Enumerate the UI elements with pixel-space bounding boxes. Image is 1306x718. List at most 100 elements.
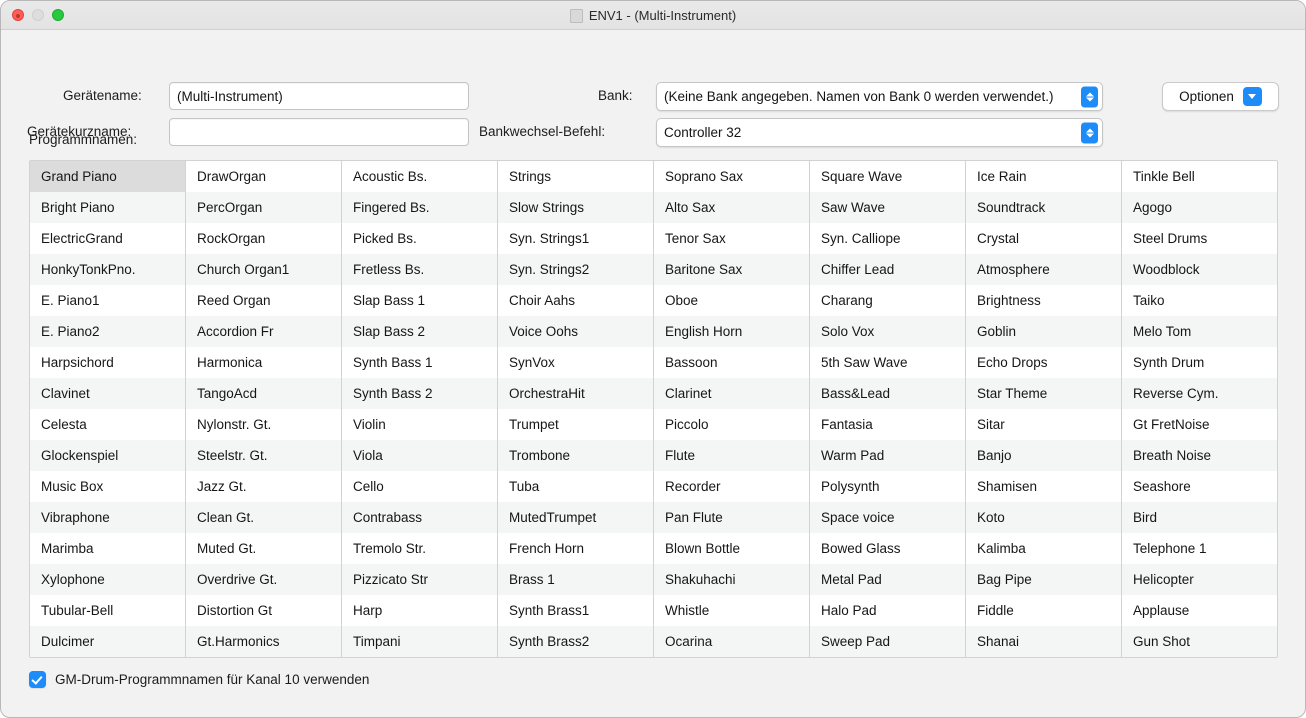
program-name-cell[interactable]: Celesta [30,409,185,440]
program-name-cell[interactable]: Brightness [966,285,1121,316]
program-name-cell[interactable]: Synth Brass1 [498,595,653,626]
program-name-cell[interactable]: Alto Sax [654,192,809,223]
program-name-cell[interactable]: E. Piano2 [30,316,185,347]
program-name-cell[interactable]: Koto [966,502,1121,533]
program-name-cell[interactable]: Space voice [810,502,965,533]
program-name-cell[interactable]: Harp [342,595,497,626]
device-short-name-input[interactable] [169,118,469,146]
program-name-cell[interactable]: Syn. Strings2 [498,254,653,285]
program-name-cell[interactable]: Picked Bs. [342,223,497,254]
program-name-cell[interactable]: Pizzicato Str [342,564,497,595]
zoom-window-button[interactable] [52,9,64,21]
program-name-cell[interactable]: Shakuhachi [654,564,809,595]
program-name-cell[interactable]: Choir Aahs [498,285,653,316]
program-name-cell[interactable]: DrawOrgan [186,161,341,192]
program-name-cell[interactable]: Muted Gt. [186,533,341,564]
program-name-cell[interactable]: Voice Oohs [498,316,653,347]
program-name-cell[interactable]: Marimba [30,533,185,564]
program-name-cell[interactable]: OrchestraHit [498,378,653,409]
program-name-cell[interactable]: Syn. Strings1 [498,223,653,254]
program-name-cell[interactable]: Saw Wave [810,192,965,223]
options-button[interactable]: Optionen [1162,82,1279,111]
program-name-cell[interactable]: Dulcimer [30,626,185,657]
program-name-cell[interactable]: 5th Saw Wave [810,347,965,378]
program-name-cell[interactable]: Grand Piano [30,161,185,192]
program-name-cell[interactable]: Bright Piano [30,192,185,223]
program-name-cell[interactable]: Synth Brass2 [498,626,653,657]
program-name-cell[interactable]: Bowed Glass [810,533,965,564]
program-name-cell[interactable]: Slap Bass 1 [342,285,497,316]
program-name-cell[interactable]: Clavinet [30,378,185,409]
minimize-window-button[interactable] [32,9,44,21]
program-name-cell[interactable]: Nylonstr. Gt. [186,409,341,440]
program-name-cell[interactable]: RockOrgan [186,223,341,254]
program-name-cell[interactable]: Tubular-Bell [30,595,185,626]
close-window-button[interactable] [12,9,24,21]
bank-select-stepper-icon[interactable] [1081,86,1098,107]
program-name-cell[interactable]: E. Piano1 [30,285,185,316]
program-name-cell[interactable]: Church Organ1 [186,254,341,285]
program-name-cell[interactable]: Fingered Bs. [342,192,497,223]
program-name-cell[interactable]: Ice Rain [966,161,1121,192]
program-name-cell[interactable]: Tuba [498,471,653,502]
program-name-cell[interactable]: Glockenspiel [30,440,185,471]
program-name-cell[interactable]: Halo Pad [810,595,965,626]
program-name-cell[interactable]: Metal Pad [810,564,965,595]
program-name-cell[interactable]: Applause [1122,595,1277,626]
program-name-cell[interactable]: Timpani [342,626,497,657]
program-name-cell[interactable]: Crystal [966,223,1121,254]
program-name-cell[interactable]: PercOrgan [186,192,341,223]
program-name-cell[interactable]: Strings [498,161,653,192]
program-name-cell[interactable]: Agogo [1122,192,1277,223]
program-name-cell[interactable]: Harpsichord [30,347,185,378]
program-name-cell[interactable]: Kalimba [966,533,1121,564]
program-name-cell[interactable]: Reverse Cym. [1122,378,1277,409]
program-name-cell[interactable]: Pan Flute [654,502,809,533]
program-name-cell[interactable]: Sitar [966,409,1121,440]
program-name-cell[interactable]: Warm Pad [810,440,965,471]
program-name-cell[interactable]: Contrabass [342,502,497,533]
program-name-cell[interactable]: Clean Gt. [186,502,341,533]
program-names-grid[interactable]: Grand PianoBright PianoElectricGrandHonk… [29,160,1278,658]
program-name-cell[interactable]: Flute [654,440,809,471]
program-name-cell[interactable]: Polysynth [810,471,965,502]
program-name-cell[interactable]: Breath Noise [1122,440,1277,471]
program-name-cell[interactable]: Music Box [30,471,185,502]
program-name-cell[interactable]: Tenor Sax [654,223,809,254]
program-name-cell[interactable]: Gun Shot [1122,626,1277,657]
gm-drum-checkbox[interactable] [29,671,46,688]
program-name-cell[interactable]: MutedTrumpet [498,502,653,533]
program-name-cell[interactable]: Bird [1122,502,1277,533]
program-name-cell[interactable]: Synth Bass 1 [342,347,497,378]
bank-change-select-stepper-icon[interactable] [1081,122,1098,143]
program-name-cell[interactable]: Vibraphone [30,502,185,533]
program-name-cell[interactable]: Baritone Sax [654,254,809,285]
program-name-cell[interactable]: Taiko [1122,285,1277,316]
program-name-cell[interactable]: Reed Organ [186,285,341,316]
program-name-cell[interactable]: Slow Strings [498,192,653,223]
program-name-cell[interactable]: Slap Bass 2 [342,316,497,347]
program-name-cell[interactable]: Synth Drum [1122,347,1277,378]
program-name-cell[interactable]: Bass&Lead [810,378,965,409]
program-name-cell[interactable]: Star Theme [966,378,1121,409]
program-name-cell[interactable]: Banjo [966,440,1121,471]
program-name-cell[interactable]: Steel Drums [1122,223,1277,254]
program-name-cell[interactable]: TangoAcd [186,378,341,409]
program-name-cell[interactable]: Echo Drops [966,347,1121,378]
program-name-cell[interactable]: Acoustic Bs. [342,161,497,192]
program-name-cell[interactable]: Distortion Gt [186,595,341,626]
program-name-cell[interactable]: Overdrive Gt. [186,564,341,595]
program-name-cell[interactable]: SynVox [498,347,653,378]
program-name-cell[interactable]: Solo Vox [810,316,965,347]
program-name-cell[interactable]: Soundtrack [966,192,1121,223]
program-name-cell[interactable]: Square Wave [810,161,965,192]
program-name-cell[interactable]: Bag Pipe [966,564,1121,595]
program-name-cell[interactable]: Soprano Sax [654,161,809,192]
program-name-cell[interactable]: Helicopter [1122,564,1277,595]
program-name-cell[interactable]: Atmosphere [966,254,1121,285]
device-name-input[interactable]: (Multi-Instrument) [169,82,469,110]
program-name-cell[interactable]: Seashore [1122,471,1277,502]
program-name-cell[interactable]: Oboe [654,285,809,316]
program-name-cell[interactable]: Piccolo [654,409,809,440]
program-name-cell[interactable]: Steelstr. Gt. [186,440,341,471]
